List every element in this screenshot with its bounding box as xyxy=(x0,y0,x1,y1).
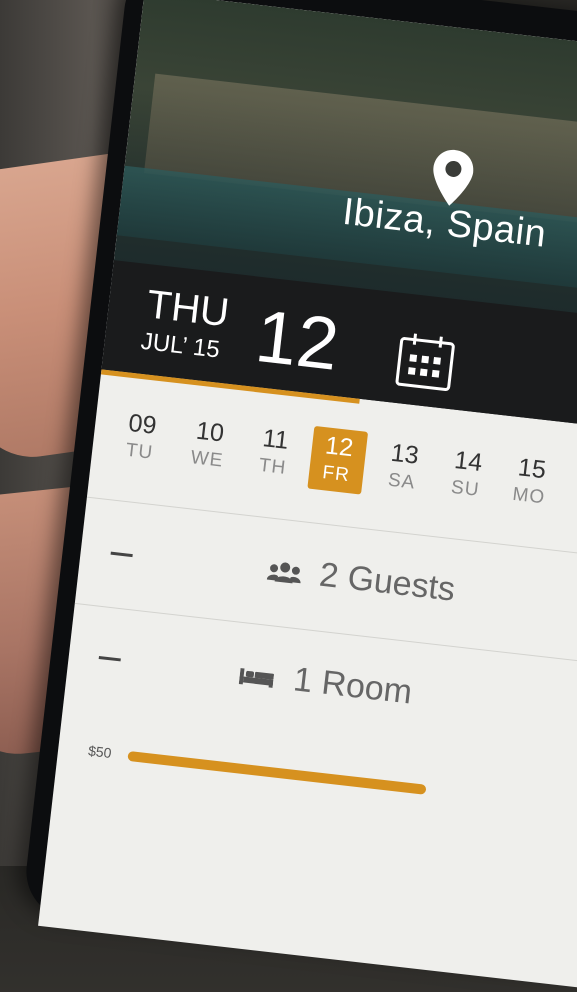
price-min-label: $50 xyxy=(87,742,113,761)
day-item[interactable]: 10 WE xyxy=(179,417,238,474)
rooms-label: 1 Room xyxy=(291,660,415,712)
day-number: 14 xyxy=(452,446,484,478)
rooms-minus-button[interactable] xyxy=(98,655,121,662)
day-item[interactable]: 11 TH xyxy=(244,424,303,482)
day-weekday: TU xyxy=(124,439,155,464)
day-number: 11 xyxy=(261,424,291,455)
day-number: 10 xyxy=(194,416,226,448)
day-number: 12 xyxy=(323,431,355,463)
day-number: 13 xyxy=(389,438,421,470)
day-weekday: SU xyxy=(449,476,481,501)
guests-label: 2 Guests xyxy=(317,555,458,609)
day-weekday: MO xyxy=(511,483,547,509)
day-item-selected[interactable]: 12 FR xyxy=(307,425,369,495)
day-number: 09 xyxy=(127,408,158,440)
app-screen: Ibiza, Spain THU JUL’ 15 12 09 TU 10 WE xyxy=(38,0,577,990)
day-item[interactable]: 09 TU xyxy=(111,409,170,466)
day-weekday: TH xyxy=(257,454,288,479)
guests-icon xyxy=(266,562,301,584)
guests-minus-button[interactable] xyxy=(110,551,133,558)
day-of-week: THU xyxy=(144,282,232,336)
day-weekday: FR xyxy=(321,462,351,487)
bed-icon xyxy=(238,668,275,688)
day-weekday: SA xyxy=(386,469,417,494)
price-slider[interactable] xyxy=(127,750,427,795)
selected-day-number: 12 xyxy=(251,293,343,386)
day-number: 15 xyxy=(516,453,548,485)
day-item[interactable]: 13 SA xyxy=(374,439,433,496)
calendar-icon[interactable] xyxy=(393,329,457,393)
day-item[interactable]: 15 MO xyxy=(501,453,560,511)
day-weekday: WE xyxy=(189,447,225,472)
day-item[interactable]: 14 SU xyxy=(437,446,496,504)
